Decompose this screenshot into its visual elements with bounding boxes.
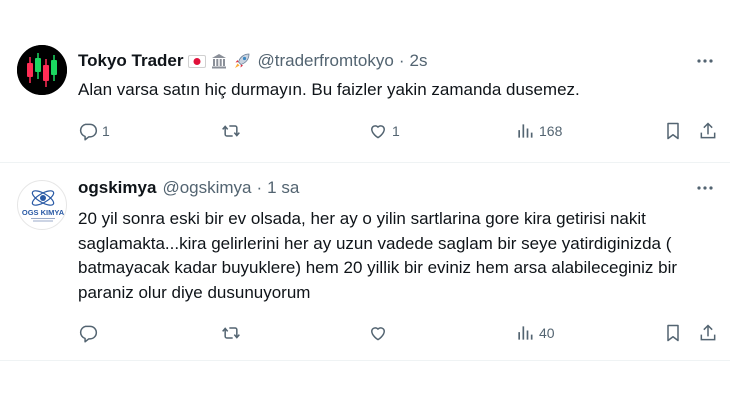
like-count: 1 — [392, 123, 400, 139]
views-button[interactable]: 40 — [515, 320, 555, 346]
tweet-actions: 1 1 168 — [78, 118, 718, 144]
retweet-button[interactable] — [221, 320, 245, 346]
bookmark-button[interactable] — [663, 320, 683, 346]
author-handle[interactable]: @traderfromtokyo — [258, 51, 394, 71]
heart-icon — [371, 327, 385, 341]
divider — [0, 360, 730, 361]
ogs-kimya-logo-icon: OGS KIMYA — [22, 190, 65, 222]
separator-dot: · — [256, 178, 263, 197]
bookmark-icon — [667, 324, 679, 342]
rocket-icon — [232, 51, 252, 71]
more-options-icon[interactable] — [694, 177, 716, 199]
timestamp[interactable]: 1 sa — [267, 178, 299, 198]
view-count: 40 — [539, 325, 555, 341]
japan-flag-icon — [187, 54, 206, 68]
like-button[interactable] — [368, 320, 392, 346]
reply-icon — [79, 123, 98, 141]
tweet-header: Tokyo Trader @traderfromtokyo · 2s — [78, 50, 427, 72]
tweet-text: 20 yil sonra eski bir ev olsada, her ay … — [78, 209, 678, 302]
like-button[interactable]: 1 — [368, 118, 400, 144]
tweet[interactable]: Tokyo Trader @traderfromtokyo · 2s Alan … — [0, 0, 730, 162]
reply-count: 1 — [102, 123, 110, 139]
author-handle[interactable]: @ogskimya — [162, 178, 251, 198]
share-icon — [700, 324, 716, 341]
retweet-icon — [222, 125, 240, 137]
svg-text:OGS KIMYA: OGS KIMYA — [22, 208, 65, 217]
bookmark-icon — [667, 122, 679, 140]
avatar[interactable]: OGS KIMYA — [17, 180, 67, 230]
tweet-text: Alan varsa satın hiç durmayın. Bu faizle… — [78, 80, 580, 99]
candlestick-chart-icon — [17, 45, 67, 95]
heart-icon — [371, 125, 385, 139]
timestamp[interactable]: 2s — [409, 51, 427, 71]
analytics-icon — [518, 326, 533, 340]
retweet-icon — [222, 327, 240, 339]
author-name[interactable]: Tokyo Trader — [78, 51, 184, 71]
views-button[interactable]: 168 — [515, 118, 562, 144]
retweet-button[interactable] — [221, 118, 245, 144]
tweet-header: ogskimya @ogskimya · 1 sa — [78, 177, 299, 199]
tweet-actions: 40 — [78, 320, 718, 346]
author-name[interactable]: ogskimya — [78, 178, 156, 198]
analytics-icon — [518, 124, 533, 138]
share-icon — [700, 122, 716, 139]
share-button[interactable] — [698, 320, 718, 346]
reply-button[interactable]: 1 — [78, 118, 110, 144]
bookmark-button[interactable] — [663, 118, 683, 144]
avatar[interactable] — [17, 45, 67, 95]
more-options-icon[interactable] — [694, 50, 716, 72]
reply-icon — [79, 325, 98, 343]
reply-button[interactable] — [78, 320, 102, 346]
separator-dot: · — [398, 51, 405, 70]
share-button[interactable] — [698, 118, 718, 144]
classical-building-icon — [210, 52, 228, 70]
view-count: 168 — [539, 123, 563, 139]
